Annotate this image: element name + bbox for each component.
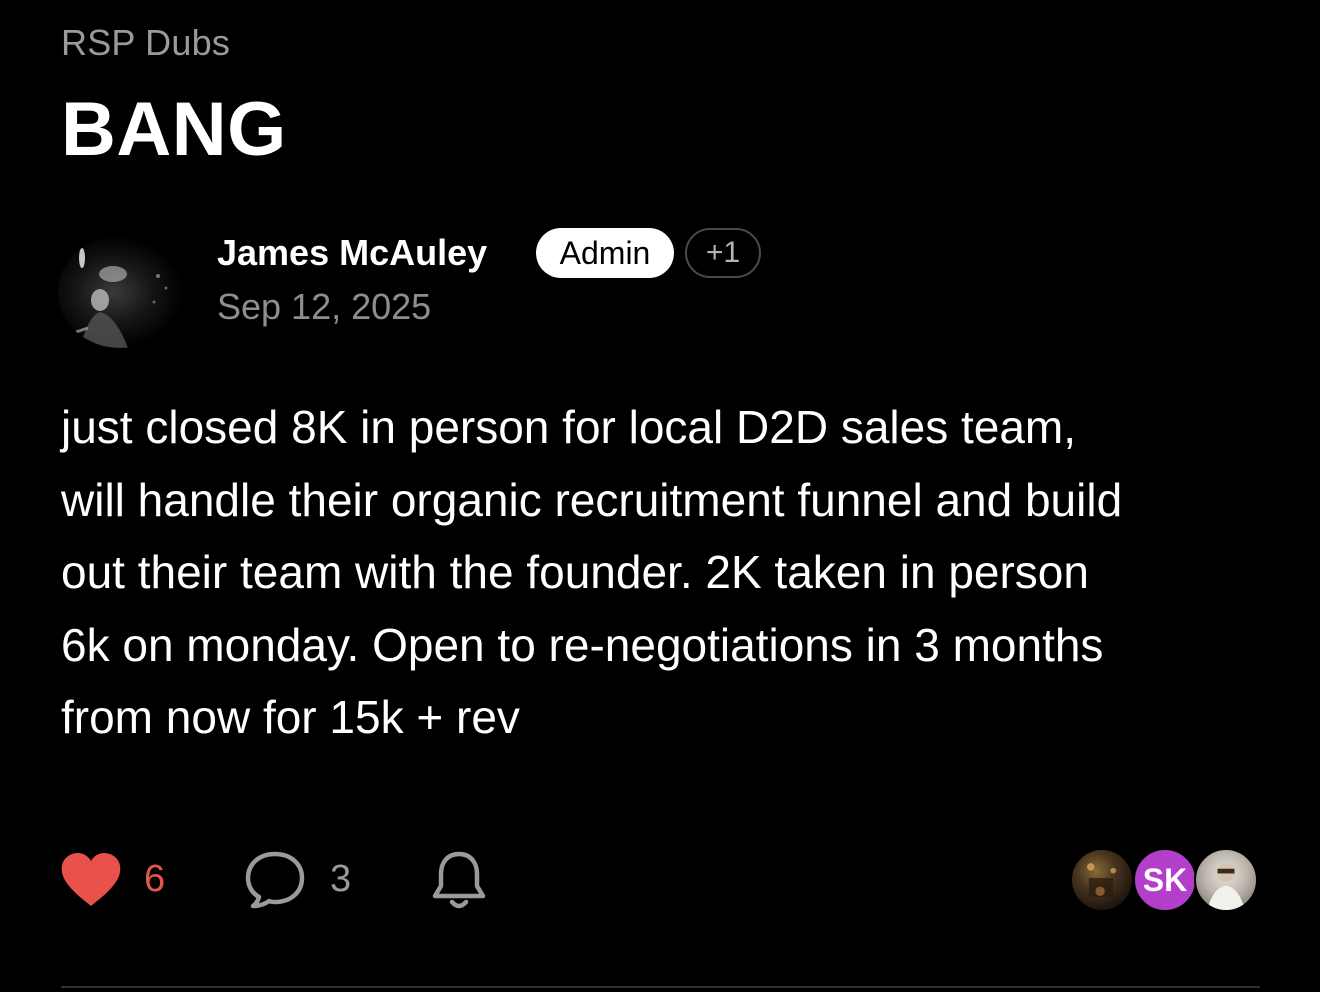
notify-button[interactable] [430, 850, 488, 912]
post-date: Sep 12, 2025 [217, 286, 432, 327]
divider [61, 986, 1260, 988]
comment-bubble-icon [245, 851, 305, 909]
heart-icon [61, 853, 121, 906]
author-name[interactable]: James McAuley [217, 232, 487, 274]
comment-count: 3 [330, 858, 352, 900]
like-count: 6 [144, 858, 166, 900]
participant-photo-icon [1207, 863, 1245, 910]
community-name[interactable]: RSP Dubs [61, 22, 230, 64]
post-title: BANG [61, 87, 287, 172]
participant-avatar[interactable]: SK [1133, 848, 1197, 912]
more-badges-pill[interactable]: +1 [685, 228, 761, 278]
comment-button[interactable] [244, 850, 306, 910]
participant-photo-icon [1087, 863, 1117, 897]
like-button[interactable] [60, 852, 122, 908]
author-avatar[interactable] [58, 236, 182, 348]
post-body: just closed 8K in person for local D2D s… [61, 401, 1123, 743]
bell-icon [432, 851, 486, 909]
author-photo-icon [75, 248, 168, 348]
participant-avatar[interactable] [1194, 848, 1258, 912]
participant-avatar[interactable] [1070, 848, 1134, 912]
admin-badge: Admin [536, 228, 674, 278]
